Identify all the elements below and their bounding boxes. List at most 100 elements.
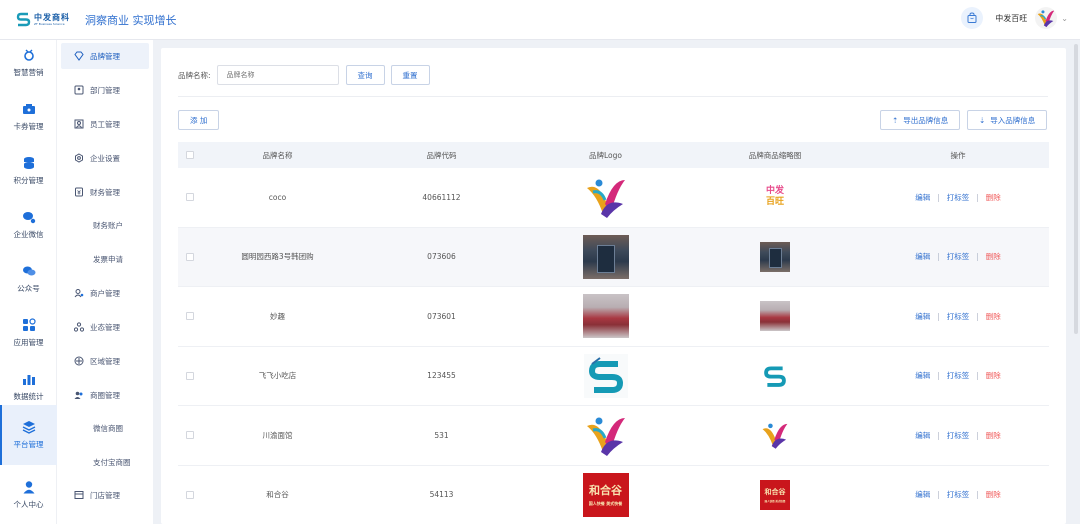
row-checkbox[interactable]	[186, 252, 194, 261]
brand-code: 531	[434, 430, 449, 440]
sidebar-item-invoice[interactable]: 发票申请	[61, 246, 149, 272]
edit-link[interactable]: 编辑	[915, 430, 930, 441]
table-row: 圆明园西路3号韩团购 073606 编辑 | 打标签 | 删除	[178, 227, 1049, 287]
sidebar-item-label: 部门管理	[90, 85, 120, 95]
delete-link[interactable]: 删除	[986, 430, 1001, 441]
user-name[interactable]: 中发百旺	[995, 13, 1027, 24]
delete-link[interactable]: 删除	[986, 489, 1001, 500]
shopping-bag-icon[interactable]	[961, 7, 984, 29]
row-checkbox[interactable]	[186, 193, 194, 202]
edit-link[interactable]: 编辑	[915, 192, 930, 203]
sidebar-item-apps[interactable]: 应用管理	[0, 306, 57, 360]
sidebar-item-finance[interactable]: 财务管理	[61, 179, 149, 205]
chevron-down-icon[interactable]: ⌄	[1061, 14, 1068, 23]
sidebar-item-store[interactable]: 门店管理	[61, 482, 149, 508]
tag-link[interactable]: 打标签	[947, 192, 970, 203]
diamond-icon	[74, 51, 84, 61]
tag-link[interactable]: 打标签	[947, 489, 970, 500]
sidebar-item-employee[interactable]: 员工管理	[61, 111, 149, 137]
settings-icon	[74, 153, 84, 163]
import-brand-button[interactable]: ⇣ 导入品牌信息	[967, 110, 1048, 130]
brand-logo-image	[583, 412, 629, 458]
scrollbar[interactable]	[1074, 44, 1078, 334]
sidebar-item-business-circle[interactable]: 商圈管理	[61, 382, 149, 408]
sidebar-item-wechat-work[interactable]: 企业微信	[0, 198, 57, 252]
thumb-text: 中发	[765, 186, 784, 197]
department-icon	[74, 85, 84, 95]
brand-code: 123455	[427, 371, 456, 381]
sidebar-item-department[interactable]: 部门管理	[61, 77, 149, 103]
select-all-checkbox[interactable]	[186, 151, 194, 159]
edit-link[interactable]: 编辑	[915, 311, 930, 322]
sidebar-item-label: 微信商圈	[93, 423, 123, 433]
search-label: 品牌名称:	[178, 70, 211, 80]
reset-button[interactable]: 重置	[390, 65, 430, 85]
bar-chart-icon	[22, 372, 36, 388]
edit-link[interactable]: 编辑	[915, 251, 930, 262]
sidebar-item-smart-marketing[interactable]: 智慧营销	[0, 36, 57, 90]
delete-link[interactable]: 删除	[986, 192, 1001, 203]
sidebar-item-platform[interactable]: 平台管理	[0, 405, 57, 465]
brand-name-input[interactable]	[216, 65, 339, 85]
sidebar-item-format[interactable]: 业态管理	[61, 314, 149, 340]
sidebar-item-label: 发票申请	[93, 254, 123, 264]
edit-link[interactable]: 编辑	[915, 489, 930, 500]
brand-code: 073606	[427, 252, 456, 262]
tag-link[interactable]: 打标签	[947, 370, 970, 381]
avatar[interactable]	[1035, 7, 1058, 29]
sidebar-item-official-account[interactable]: 公众号	[0, 252, 57, 306]
brand-thumbnail-image	[760, 361, 790, 391]
sidebar-item-merchant[interactable]: 商户管理	[61, 280, 149, 306]
brand-name: 妙趣	[270, 311, 285, 321]
person-icon	[22, 480, 36, 496]
brand-thumbnail-image: 和合谷 国人快餐 美式快餐	[760, 479, 790, 510]
sidebar-item-wechat-circle[interactable]: 微信商圈	[61, 415, 149, 441]
add-button[interactable]: 添 加	[178, 110, 220, 130]
tag-link[interactable]: 打标签	[947, 311, 970, 322]
edit-link[interactable]: 编辑	[915, 370, 930, 381]
sidebar-item-company-settings[interactable]: 企业设置	[61, 145, 149, 171]
sidebar-item-brand[interactable]: 品牌管理	[61, 43, 149, 69]
brand-logo-image	[582, 234, 629, 279]
sidebar-item-label: 智慧营销	[13, 68, 44, 77]
coins-icon	[22, 156, 36, 172]
apps-grid-icon	[22, 318, 36, 334]
row-checkbox[interactable]	[186, 431, 194, 440]
sidebar-item-label: 卡券管理	[13, 122, 44, 131]
row-checkbox[interactable]	[186, 312, 194, 321]
delete-link[interactable]: 删除	[986, 251, 1001, 262]
tag-link[interactable]: 打标签	[947, 251, 970, 262]
logo-text: 和合谷	[764, 486, 786, 496]
divider	[178, 96, 1048, 97]
business-circle-icon	[74, 390, 84, 400]
table-row: 妙趣 073601 编辑 | 打标签 | 删除	[178, 287, 1049, 347]
delete-link[interactable]: 删除	[986, 370, 1001, 381]
row-checkbox[interactable]	[186, 371, 194, 380]
brand-name: 圆明园西路3号韩团购	[241, 252, 314, 262]
sidebar-item-finance-account[interactable]: 财务账户	[61, 212, 149, 238]
delete-link[interactable]: 删除	[986, 311, 1001, 322]
sidebar-item-coupons[interactable]: 卡券管理	[0, 90, 57, 144]
region-icon	[74, 356, 84, 366]
table-row: 川渝面馆 531 编辑 | 打标签 | 删除	[178, 406, 1049, 466]
sidebar-item-profile[interactable]: 个人中心	[0, 468, 57, 522]
query-button[interactable]: 查询	[345, 65, 385, 85]
sidebar-item-label: 品牌管理	[90, 51, 120, 61]
sidebar-item-region[interactable]: 区域管理	[61, 348, 149, 374]
brand-logo-image	[583, 353, 629, 399]
sidebar-item-label: 区域管理	[90, 356, 120, 366]
brand-logo[interactable]: 中发商科 ZF Business Science	[16, 12, 70, 27]
sidebar-item-label: 公众号	[17, 284, 40, 293]
tag-link[interactable]: 打标签	[947, 430, 970, 441]
sidebar-item-alipay-circle[interactable]: 支付宝商圈	[61, 449, 149, 475]
chat-bubbles-icon	[22, 264, 36, 280]
row-checkbox[interactable]	[186, 490, 194, 499]
brand-management-panel: 品牌名称: 查询 重置 添 加 ⇡ 导出品牌信息 ⇣ 导入品牌信息 品牌名称 品…	[161, 48, 1066, 524]
export-brand-button[interactable]: ⇡ 导出品牌信息	[880, 110, 961, 130]
sidebar-item-label: 业态管理	[90, 322, 120, 332]
store-icon	[74, 490, 84, 500]
table-row: 飞飞小吃店 123455 编辑 | 打标签 | 删除	[178, 347, 1049, 406]
sidebar-item-points[interactable]: 积分管理	[0, 144, 57, 198]
sidebar-item-label: 数据统计	[13, 392, 44, 401]
column-header: 操作	[950, 150, 966, 160]
